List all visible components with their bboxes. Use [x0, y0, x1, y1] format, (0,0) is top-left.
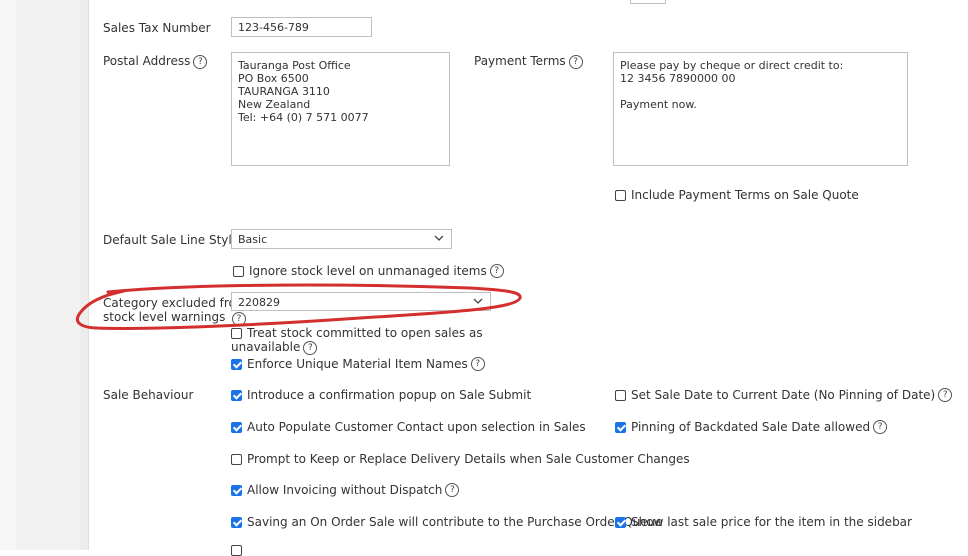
treat-stock-committed-line1: Treat stock committed to open sales as	[231, 326, 483, 340]
enforce-unique-names-row[interactable]: Enforce Unique Material Item Names?	[231, 357, 485, 371]
enforce-unique-names-label: Enforce Unique Material Item Names	[247, 357, 468, 371]
category-excluded-label: Category excluded from stock level warni…	[103, 296, 248, 324]
category-excluded-value: 220829	[238, 296, 280, 309]
prompt-keep-replace-label: Prompt to Keep or Replace Delivery Detai…	[247, 452, 690, 466]
pinning-backdated-label: Pinning of Backdated Sale Date allowed	[631, 420, 871, 434]
include-payment-terms-row[interactable]: Include Payment Terms on Sale Quote	[615, 188, 859, 202]
help-circle-icon[interactable]: ?	[303, 340, 318, 355]
auto-populate-contact-label: Auto Populate Customer Contact upon sele…	[247, 420, 586, 434]
pinning-backdated-row[interactable]: Pinning of Backdated Sale Date allowed?	[615, 420, 888, 434]
treat-stock-committed-checkbox[interactable]	[231, 327, 242, 339]
panel-divider	[80, 0, 89, 550]
help-circle-icon[interactable]: ?	[568, 54, 583, 69]
help-circle-icon[interactable]: ?	[445, 483, 460, 497]
treat-stock-committed-line2: unavailable?	[231, 340, 483, 355]
clipped-top-input[interactable]	[630, 0, 666, 4]
include-payment-terms-checkbox[interactable]	[615, 189, 626, 201]
help-circle-icon[interactable]: ?	[873, 420, 888, 434]
set-sale-date-label: Set Sale Date to Current Date (No Pinnin…	[631, 388, 936, 402]
confirm-popup-checkbox[interactable]	[231, 389, 242, 401]
default-sale-line-style-value: Basic	[238, 233, 268, 246]
allow-invoicing-checkbox[interactable]	[231, 484, 242, 496]
sale-behaviour-label: Sale Behaviour	[103, 388, 194, 402]
treat-stock-committed-row[interactable]: Treat stock committed to open sales as u…	[231, 326, 483, 355]
allow-invoicing-label: Allow Invoicing without Dispatch	[247, 483, 443, 497]
postal-address-label-text: Postal Address	[103, 54, 191, 68]
chevron-down-icon	[434, 235, 444, 241]
postal-address-textarea[interactable]: Tauranga Post Office PO Box 6500 TAURANG…	[231, 52, 450, 166]
payment-terms-label: Payment Terms?	[474, 54, 583, 69]
help-circle-icon[interactable]: ?	[470, 357, 485, 371]
show-last-price-checkbox[interactable]	[615, 516, 626, 528]
sales-tax-number-label: Sales Tax Number	[103, 21, 211, 35]
show-last-price-label: Show last sale price for the item in the…	[631, 515, 912, 529]
treat-stock-committed-label-line2: unavailable	[231, 340, 301, 354]
help-circle-icon[interactable]: ?	[938, 388, 953, 402]
ignore-stock-level-checkbox[interactable]	[233, 265, 244, 277]
on-order-sale-checkbox[interactable]	[231, 516, 242, 528]
prompt-keep-replace-checkbox[interactable]	[231, 453, 242, 465]
postal-address-label: Postal Address?	[103, 54, 208, 69]
ignore-stock-level-label: Ignore stock level on unmanaged items	[249, 264, 487, 278]
help-circle-icon[interactable]: ?	[232, 312, 246, 326]
category-excluded-select[interactable]: 220829	[231, 292, 491, 311]
auto-populate-contact-checkbox[interactable]	[231, 421, 242, 433]
confirm-popup-row[interactable]: Introduce a confirmation popup on Sale S…	[231, 388, 531, 402]
help-circle-icon[interactable]: ?	[489, 264, 504, 278]
payment-terms-textarea[interactable]: Please pay by cheque or direct credit to…	[613, 52, 908, 166]
default-sale-line-style-select[interactable]: Basic	[231, 229, 452, 249]
confirm-popup-label: Introduce a confirmation popup on Sale S…	[247, 388, 532, 402]
payment-terms-label-text: Payment Terms	[474, 54, 566, 68]
auto-populate-contact-row[interactable]: Auto Populate Customer Contact upon sele…	[231, 420, 586, 434]
include-payment-terms-label: Include Payment Terms on Sale Quote	[631, 188, 859, 202]
category-excluded-label-line2: stock level warnings	[103, 310, 226, 324]
clipped-bottom-checkbox[interactable]	[231, 545, 242, 556]
default-sale-line-style-label: Default Sale Line Style	[103, 233, 240, 247]
left-gutter	[0, 0, 16, 550]
enforce-unique-names-checkbox[interactable]	[231, 358, 242, 370]
allow-invoicing-row[interactable]: Allow Invoicing without Dispatch?	[231, 483, 460, 497]
prompt-keep-replace-row[interactable]: Prompt to Keep or Replace Delivery Detai…	[231, 452, 690, 466]
set-sale-date-checkbox[interactable]	[615, 389, 626, 401]
on-order-sale-row[interactable]: Saving an On Order Sale will contribute …	[231, 515, 663, 529]
show-last-price-row[interactable]: Show last sale price for the item in the…	[615, 515, 912, 529]
help-circle-icon[interactable]: ?	[193, 54, 208, 69]
category-excluded-label-line1: Category excluded from	[103, 296, 248, 310]
on-order-sale-label: Saving an On Order Sale will contribute …	[247, 515, 663, 529]
sidebar-background	[16, 0, 80, 550]
set-sale-date-row[interactable]: Set Sale Date to Current Date (No Pinnin…	[615, 388, 953, 402]
chevron-down-icon	[473, 298, 483, 304]
sales-tax-number-input[interactable]	[231, 17, 372, 37]
pinning-backdated-checkbox[interactable]	[615, 421, 626, 433]
treat-stock-committed-label-line1: Treat stock committed to open sales as	[247, 326, 483, 340]
ignore-stock-level-row[interactable]: Ignore stock level on unmanaged items?	[233, 264, 504, 278]
